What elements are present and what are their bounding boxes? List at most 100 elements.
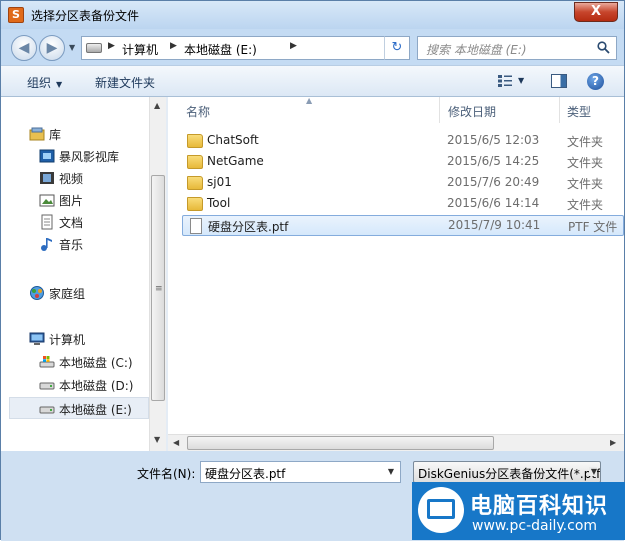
folder-icon xyxy=(187,197,203,211)
file-date: 2015/6/5 12:03 xyxy=(447,133,540,147)
filename-dropdown-icon[interactable]: ▼ xyxy=(388,467,394,476)
filename-input[interactable]: 硬盘分区表.ptf ▼ xyxy=(200,461,401,483)
nav-item-homegroup[interactable]: 家庭组 xyxy=(1,282,149,304)
column-label-type: 类型 xyxy=(567,105,592,119)
file-type: PTF 文件 xyxy=(568,220,618,234)
scroll-left-icon[interactable]: ◀ xyxy=(173,438,179,447)
scroll-thumb[interactable] xyxy=(187,436,494,450)
watermark-logo xyxy=(418,487,464,533)
new-folder-button[interactable]: 新建文件夹 xyxy=(95,74,155,91)
nav-label-homegroup: 家庭组 xyxy=(49,287,86,301)
nav-item-pictures[interactable]: 图片 xyxy=(1,189,149,211)
command-toolbar: 组织 ▼ 新建文件夹 ▼ ? xyxy=(1,65,624,97)
file-list-pane: 名称 ▲ 修改日期 类型 ChatSoft 2015/6/5 12:03 文件夹… xyxy=(168,96,624,451)
hard-drive-icon xyxy=(39,382,55,390)
filetype-value: DiskGenius分区表备份文件(*.ptf) xyxy=(418,467,601,481)
column-header-name[interactable]: 名称 ▲ xyxy=(168,96,440,123)
nav-item-documents[interactable]: 文档 xyxy=(1,211,149,233)
scroll-down-icon[interactable]: ▼ xyxy=(154,435,160,444)
nav-item-music[interactable]: 音乐 xyxy=(1,233,149,255)
file-name: NetGame xyxy=(207,154,264,168)
nav-item-drive-d[interactable]: 本地磁盘 (D:) xyxy=(1,374,149,396)
navigation-pane: 库 暴风影视库 视频 图片 文档 音乐 家庭组 计算机 本地磁盘 (C:) 本地… xyxy=(1,97,166,451)
view-options-icon[interactable] xyxy=(497,74,513,88)
file-row[interactable]: ChatSoft 2015/6/5 12:03 文件夹 xyxy=(182,131,624,152)
filetype-select[interactable]: DiskGenius分区表备份文件(*.ptf) ▼ xyxy=(413,461,601,483)
homegroup-icon xyxy=(30,286,44,300)
monitor-icon xyxy=(427,499,455,519)
nav-vertical-scrollbar[interactable]: ▲ ≡ ▼ xyxy=(149,97,166,451)
file-type: 文件夹 xyxy=(567,156,604,170)
file-row[interactable]: Tool 2015/6/6 14:14 文件夹 xyxy=(182,194,624,215)
address-bar[interactable]: ▶ 计算机 ▶ 本地磁盘 (E:) ▶ ▼ xyxy=(81,36,409,60)
file-type: 文件夹 xyxy=(567,135,604,149)
search-input[interactable]: 搜索 本地磁盘 (E:) xyxy=(417,36,617,60)
folder-icon xyxy=(187,155,203,169)
chevron-right-icon[interactable]: ▶ xyxy=(170,41,177,51)
file-dialog-window: S 选择分区表备份文件 X ◀ ▶ ▼ ▶ 计算机 ▶ 本地磁盘 (E:) ▶ … xyxy=(0,0,625,541)
video-library-icon xyxy=(39,149,55,163)
organize-button[interactable]: 组织 ▼ xyxy=(27,74,62,91)
nav-item-drive-e[interactable]: 本地磁盘 (E:) xyxy=(9,397,149,419)
watermark-title: 电脑百科知识 xyxy=(470,494,609,519)
refresh-icon[interactable]: ↻ xyxy=(384,36,410,60)
chevron-right-icon[interactable]: ▶ xyxy=(290,41,297,51)
nav-item-baofeng-library[interactable]: 暴风影视库 xyxy=(1,145,149,167)
file-row[interactable]: NetGame 2015/6/5 14:25 文件夹 xyxy=(182,152,624,173)
file-horizontal-scrollbar[interactable]: ◀ ▶ xyxy=(168,434,624,451)
filetype-dropdown-icon[interactable]: ▼ xyxy=(588,467,597,476)
nav-label-computer: 计算机 xyxy=(49,333,86,347)
hard-drive-icon xyxy=(39,406,55,414)
watermark-url: www.pc-daily.com xyxy=(472,518,598,534)
column-header-date[interactable]: 修改日期 xyxy=(440,97,560,123)
breadcrumb-computer[interactable]: 计算机 xyxy=(122,41,158,58)
scroll-up-icon[interactable]: ▲ xyxy=(154,101,160,110)
picture-icon xyxy=(39,194,55,207)
breadcrumb-drive-e[interactable]: 本地磁盘 (E:) xyxy=(184,41,257,58)
file-row-selected[interactable]: 硬盘分区表.ptf 2015/7/9 10:41 PTF 文件 xyxy=(182,215,624,236)
nav-label-libraries: 库 xyxy=(49,128,62,142)
system-drive-icon xyxy=(39,356,55,368)
computer-icon xyxy=(29,332,45,345)
view-dropdown-icon[interactable]: ▼ xyxy=(518,76,524,85)
column-label-name: 名称 xyxy=(186,105,211,119)
scroll-thumb[interactable]: ≡ xyxy=(151,175,165,401)
file-icon xyxy=(190,218,202,234)
chevron-right-icon[interactable]: ▶ xyxy=(108,41,115,51)
nav-item-videos[interactable]: 视频 xyxy=(1,167,149,189)
nav-item-computer[interactable]: 计算机 xyxy=(1,328,149,350)
forward-button[interactable]: ▶ xyxy=(39,35,65,61)
organize-label: 组织 xyxy=(27,76,52,90)
file-date: 2015/6/5 14:25 xyxy=(447,154,540,168)
folder-icon xyxy=(187,176,203,190)
file-name: Tool xyxy=(207,196,231,210)
title-bar[interactable]: S 选择分区表备份文件 X xyxy=(1,1,624,29)
sort-ascending-icon: ▲ xyxy=(306,96,313,105)
file-name: 硬盘分区表.ptf xyxy=(208,220,289,234)
file-row[interactable]: sj01 2015/7/6 20:49 文件夹 xyxy=(182,173,624,194)
nav-label-drive-c: 本地磁盘 (C:) xyxy=(59,356,133,370)
search-placeholder: 搜索 本地磁盘 (E:) xyxy=(426,43,527,57)
window-title: 选择分区表备份文件 xyxy=(31,9,140,23)
nav-item-libraries[interactable]: 库 xyxy=(1,123,149,145)
back-button[interactable]: ◀ xyxy=(11,35,37,61)
nav-label-pictures: 图片 xyxy=(59,194,84,208)
filename-value: 硬盘分区表.ptf xyxy=(205,467,286,481)
preview-pane-icon[interactable] xyxy=(551,74,567,88)
nav-label-baofeng-library: 暴风影视库 xyxy=(59,150,120,164)
folder-icon xyxy=(187,134,203,148)
column-header-type[interactable]: 类型 xyxy=(560,97,624,123)
recent-pages-dropdown-icon[interactable]: ▼ xyxy=(69,43,75,52)
nav-label-music: 音乐 xyxy=(59,238,84,252)
file-date: 2015/7/9 10:41 xyxy=(448,218,541,232)
file-type: 文件夹 xyxy=(567,198,604,212)
nav-item-drive-c[interactable]: 本地磁盘 (C:) xyxy=(1,351,149,373)
file-date: 2015/7/6 20:49 xyxy=(447,175,540,189)
app-icon: S xyxy=(8,7,24,23)
scroll-right-icon[interactable]: ▶ xyxy=(610,438,616,447)
close-button[interactable]: X xyxy=(574,2,618,22)
nav-label-documents: 文档 xyxy=(59,216,84,230)
nav-label-drive-e: 本地磁盘 (E:) xyxy=(59,403,132,417)
help-icon[interactable]: ? xyxy=(587,73,604,90)
caret-down-icon: ▼ xyxy=(56,80,63,89)
